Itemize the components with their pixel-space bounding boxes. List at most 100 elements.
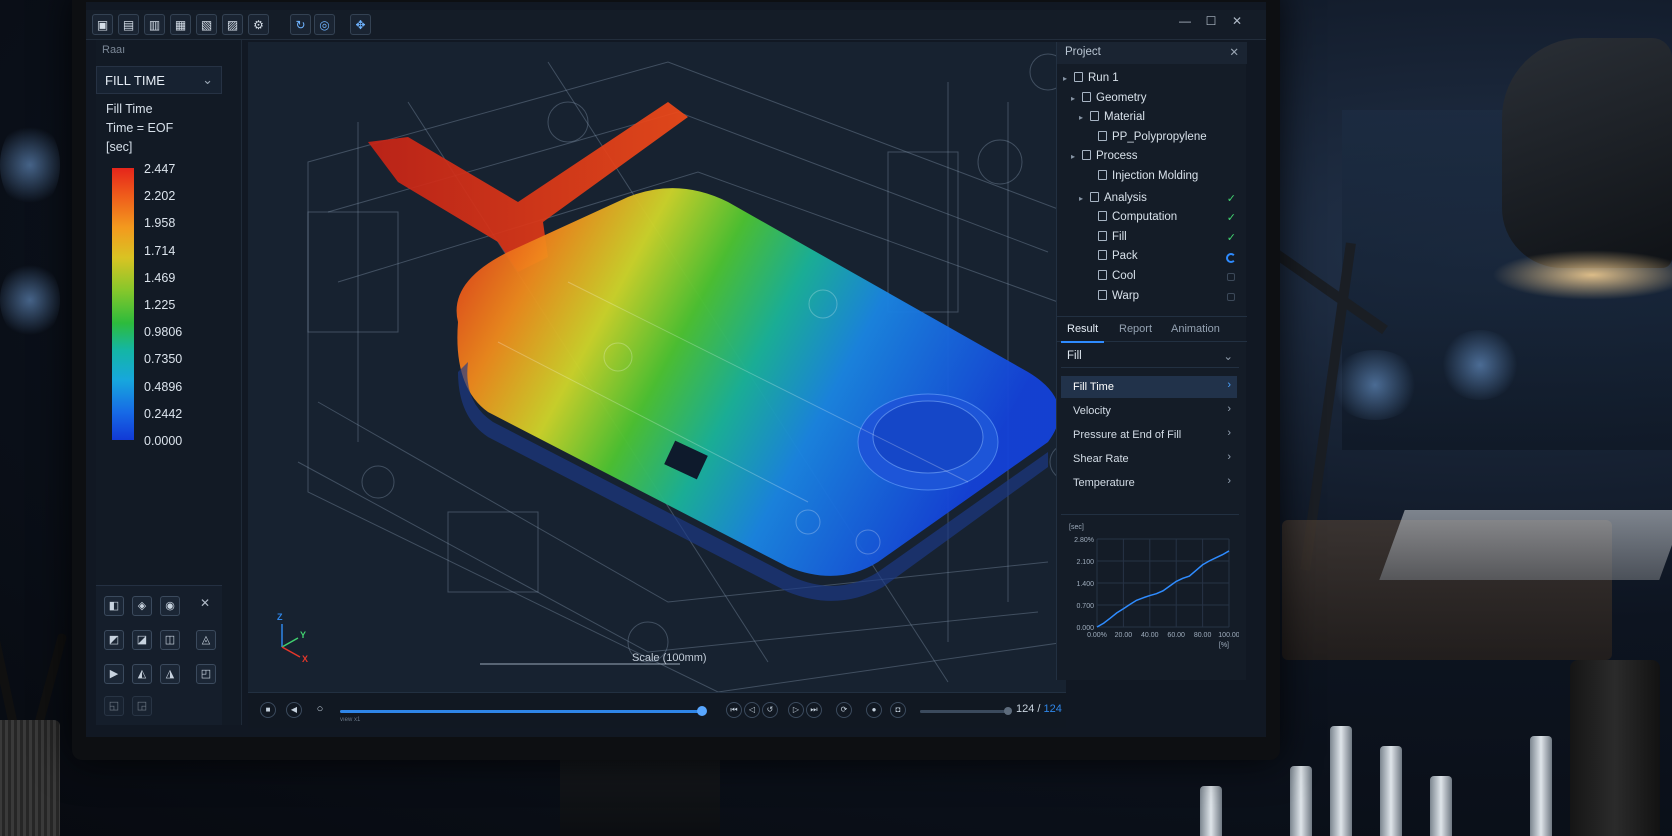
metal-part [1290,766,1312,836]
timeline-thumb[interactable] [697,706,707,716]
x-tick-label: 60.00 [1167,632,1185,639]
speed-fill [920,710,1008,713]
orbit-icon[interactable]: ◎ [314,14,335,35]
tree-item-material[interactable]: ▸ Material [1079,111,1145,123]
save-file-icon[interactable]: ▥ [144,14,165,35]
camera-icon[interactable]: ◘ [890,702,906,718]
xray-tool-icon[interactable]: ◬ [196,630,216,650]
status-check-icon: ✓ [1226,212,1236,225]
open-file-icon[interactable]: ▤ [118,14,139,35]
tab-result[interactable]: Result [1060,323,1105,343]
result-item-pressure-at-end-of-fill[interactable]: Pressure at End of Fill › [1061,424,1237,446]
export-icon[interactable]: ▧ [196,14,217,35]
result-type-select[interactable]: FILL TIME ⌄ [96,66,222,94]
result-item-label: Pressure at End of Fill [1073,429,1182,441]
legend-panel: Raaı FILL TIME ⌄ Fill Time Time = EOF [s… [96,40,242,725]
close-icon[interactable]: ✕ [1229,45,1239,59]
rotate-icon[interactable]: ↻ [290,14,311,35]
minimize-icon[interactable]: — [1176,14,1194,28]
tree-item-pp-polypropylene[interactable]: PP_Polypropylene [1087,130,1207,143]
tab-report[interactable]: Report [1119,323,1152,335]
tree-item-geometry[interactable]: ▸ Geometry [1071,91,1147,104]
last-frame-icon[interactable]: ⏭ [806,702,822,718]
status-pending-icon [1227,292,1235,301]
result-item-temperature[interactable]: Temperature › [1061,472,1237,494]
capture-tool-icon[interactable]: ◭ [132,664,152,684]
speed-thumb[interactable] [1004,707,1012,715]
expand-caret-icon[interactable]: ▸ [1071,94,1079,103]
tree-item-warp[interactable]: Warp [1087,289,1139,302]
tree-item-cool[interactable]: Cool [1087,270,1136,282]
settings-icon[interactable]: ⚙ [248,14,269,35]
loop-icon[interactable]: ⟳ [836,702,852,718]
animate-tool-icon[interactable]: ▶ [104,664,124,684]
expand-caret-icon[interactable]: ▸ [1079,113,1087,122]
maximize-icon[interactable]: ☐ [1202,14,1220,28]
color-scale-value: 2.202 [144,189,176,204]
result-item-shear-rate[interactable]: Shear Rate › [1061,448,1237,470]
mesh-icon[interactable]: ▨ [222,14,243,35]
select-tool-icon[interactable]: ◧ [104,596,124,616]
color-scale-value: 0.7350 [144,352,183,367]
metal-part [1200,786,1222,836]
tree-item-label: Computation [1112,211,1178,224]
tree-item-process[interactable]: ▸ Process [1071,150,1138,162]
result-category-select[interactable]: Fill ⌄ [1061,346,1239,368]
export-tool-icon[interactable]: ◰ [196,664,216,684]
record-icon[interactable]: ● [866,702,882,718]
expand-caret-icon[interactable]: ▸ [1063,74,1071,83]
scale-label: Scale (100mm) [632,652,707,664]
chevron-down-icon: ⌄ [1223,351,1233,363]
tree-item-run-1[interactable]: ▸ Run 1 [1063,72,1119,84]
result-item-velocity[interactable]: Velocity › [1061,400,1237,422]
clip-tool-icon[interactable]: ◪ [132,630,152,650]
prev-frame-icon[interactable]: ◁ [744,702,760,718]
speed-slider[interactable] [920,707,1012,715]
expand-caret-icon[interactable]: ▸ [1071,152,1079,161]
close-window-icon[interactable]: ✕ [1228,14,1246,28]
tree-item-computation[interactable]: Computation [1087,211,1177,223]
color-scale-value: 0.2442 [144,406,183,421]
step-back-icon[interactable]: ◀ [286,702,302,718]
timeline-slider[interactable] [340,706,707,716]
first-frame-icon[interactable]: ⏮ [726,702,742,718]
metal-part [1380,746,1402,836]
color-scale-value: 1.469 [144,270,176,285]
lock-tool-icon[interactable]: ◱ [104,696,124,716]
result-item-fill-time[interactable]: Fill Time › [1061,376,1237,398]
app-screen: ▣ ▤ ▥ ▦ ▧ ▨ ⚙ ↻ ◎ ✥ — ☐ ✕ Raaı FILL TIME… [86,2,1266,737]
legend-subtitle: Time = EOF [106,121,174,135]
probe-tool-icon[interactable]: ◈ [132,596,152,616]
measure-tool-icon[interactable]: ◉ [160,596,180,616]
result-category-value: Fill [1067,350,1082,362]
tree-item-label: Cool [1112,270,1136,282]
result-tabs: Result Report Animation [1057,316,1247,343]
tree-item-injection-molding[interactable]: Injection Molding [1087,170,1198,182]
tree-item-analysis[interactable]: ▸ Analysis [1079,191,1147,204]
replay-icon[interactable]: ↺ [762,702,778,718]
model-render [281,53,1066,692]
timeline-caption: vıew x1 [340,717,361,723]
layer-tool-icon[interactable]: ◲ [132,696,152,716]
status-check-icon: ✓ [1226,231,1236,244]
isosurface-tool-icon[interactable]: ◫ [160,630,180,650]
expand-caret-icon[interactable]: ▸ [1079,194,1087,203]
tree-item-label: Run 1 [1088,72,1119,84]
play-icon[interactable]: ○ [312,702,328,718]
y-tick-label: 2.80% [1074,537,1094,544]
new-file-icon[interactable]: ▣ [92,14,113,35]
close-palette-icon[interactable]: ✕ [200,596,210,610]
document-icon [1098,130,1107,141]
tree-item-pack[interactable]: Pack [1087,250,1138,262]
next-frame-icon[interactable]: ▷ [788,702,804,718]
stop-icon[interactable]: ■ [260,702,276,718]
tree-item-fill[interactable]: Fill [1087,230,1127,243]
import-icon[interactable]: ▦ [170,14,191,35]
3d-viewport[interactable]: Z Y X Scale (100mm) [248,42,1066,692]
report-tool-icon[interactable]: ◮ [160,664,180,684]
tab-animation[interactable]: Animation [1171,323,1220,335]
x-tick-label: 20.00 [1115,632,1133,639]
pan-icon[interactable]: ✥ [350,14,371,35]
section-tool-icon[interactable]: ◩ [104,630,124,650]
chart-canvas: 0.000 0.700 1.400 2.100 2.80% 0.00% 20.00 40.00… [1069,524,1240,649]
